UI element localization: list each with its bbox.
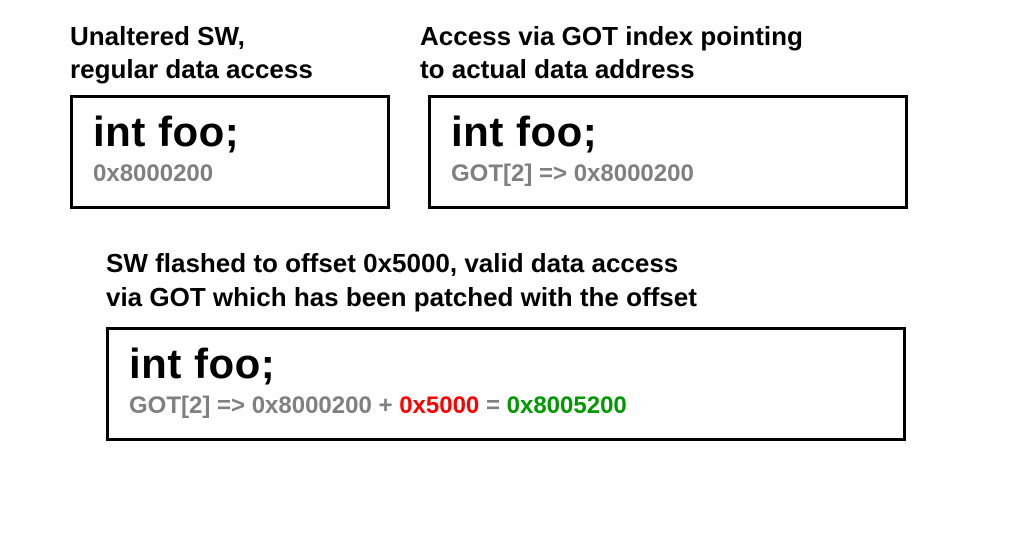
expr-equals: = — [479, 392, 506, 419]
text: regular data access — [70, 54, 313, 84]
code-decl: int foo; — [93, 108, 367, 156]
box-patched: int foo; GOT[2] => 0x8000200 + 0x5000 = … — [106, 327, 906, 441]
expr-offset: 0x5000 — [399, 392, 479, 419]
top-left-heading: Unaltered SW, regular data access — [70, 20, 390, 85]
top-right-column: Access via GOT index pointing to actual … — [420, 20, 908, 209]
code-decl: int foo; — [451, 108, 885, 156]
address-text: 0x8000200 — [93, 160, 367, 188]
patched-expr: GOT[2] => 0x8000200 + 0x5000 = 0x8005200 — [129, 392, 883, 420]
bottom-section: SW flashed to offset 0x5000, valid data … — [70, 247, 974, 441]
text: SW flashed to offset 0x5000, valid data … — [106, 248, 678, 278]
box-unaltered: int foo; 0x8000200 — [70, 95, 390, 209]
got-expr-text: GOT[2] => 0x8000200 — [451, 160, 885, 188]
top-row: Unaltered SW, regular data access int fo… — [70, 20, 974, 209]
text: Unaltered SW, — [70, 21, 245, 51]
top-right-heading: Access via GOT index pointing to actual … — [420, 20, 908, 85]
top-left-column: Unaltered SW, regular data access int fo… — [70, 20, 390, 209]
expr-result: 0x8005200 — [507, 392, 627, 419]
text: via GOT which has been patched with the … — [106, 282, 697, 312]
code-decl: int foo; — [129, 340, 883, 388]
bottom-heading: SW flashed to offset 0x5000, valid data … — [106, 247, 974, 315]
text: Access via GOT index pointing — [420, 21, 803, 51]
expr-prefix: GOT[2] => 0x8000200 + — [129, 392, 399, 419]
box-got-index: int foo; GOT[2] => 0x8000200 — [428, 95, 908, 209]
text: to actual data address — [420, 54, 695, 84]
